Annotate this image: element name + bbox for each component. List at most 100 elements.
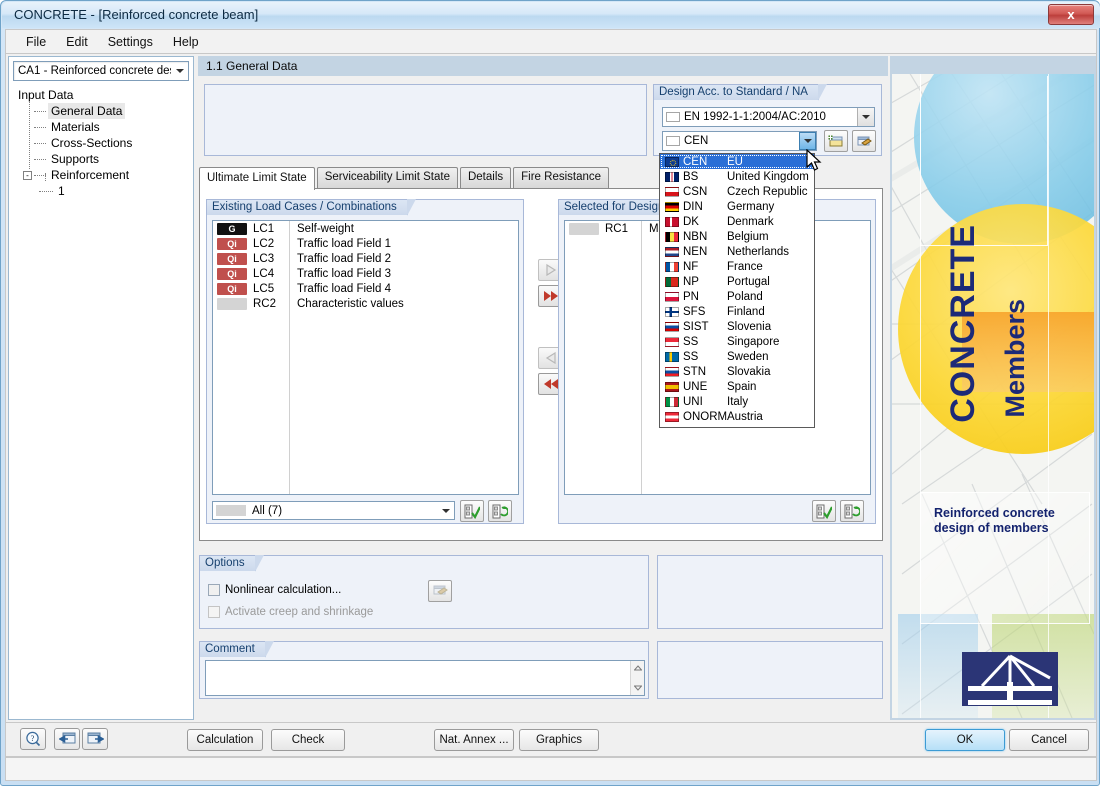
dropdown-option-code: SS (683, 350, 699, 363)
cancel-button[interactable]: Cancel (1009, 729, 1089, 751)
menu-item-edit[interactable]: Edit (56, 32, 98, 52)
load-cases-refresh-button[interactable] (488, 500, 512, 522)
load-type-tag (217, 297, 247, 310)
comment-group: Comment (199, 641, 649, 699)
comment-scrollbar[interactable] (630, 661, 644, 695)
new-standard-icon (828, 135, 843, 147)
list-item[interactable]: Qi LC2 Traffic load Field 1 (213, 236, 518, 251)
tree-item-supports[interactable]: Supports (15, 151, 193, 167)
page-title: 1.1 General Data (198, 56, 888, 76)
dropdown-option-country: Denmark (727, 215, 774, 228)
dropdown-option-code: UNI (683, 395, 703, 408)
list-item[interactable]: RC2 Characteristic values (213, 296, 518, 311)
scroll-up-icon[interactable] (631, 662, 645, 674)
creep-shrinkage-checkbox (208, 606, 220, 618)
scroll-down-icon[interactable] (631, 682, 645, 694)
tree-item-materials[interactable]: Materials (15, 119, 193, 135)
dropdown-option-din[interactable]: DIN Germany (660, 199, 814, 214)
previous-window-button[interactable] (54, 728, 80, 750)
existing-load-cases-list[interactable]: G LC1 Self-weight Qi LC2 Traffic load Field 1… (212, 220, 519, 495)
dropdown-option-nbn[interactable]: NBN Belgium (660, 229, 814, 244)
tree-expander-icon[interactable]: - (23, 171, 32, 181)
dropdown-option-nf[interactable]: NF France (660, 259, 814, 274)
load-case-description: Traffic load Field 3 (297, 267, 391, 280)
existing-load-cases-group: Existing Load Cases / Combinations G LC1 S… (206, 199, 524, 524)
dropdown-option-bs[interactable]: BS United Kingdom (660, 169, 814, 184)
dropdown-option-sfs[interactable]: SFS Finland (660, 304, 814, 319)
dropdown-option-une[interactable]: UNE Spain (660, 379, 814, 394)
close-button[interactable]: x (1048, 4, 1094, 25)
dropdown-option-csn[interactable]: CSN Czech Republic (660, 184, 814, 199)
flag-pl-icon (665, 291, 679, 302)
dropdown-option-stn[interactable]: STN Slovakia (660, 364, 814, 379)
dropdown-option-önorm[interactable]: ÖNORM Austria (660, 409, 814, 424)
dropdown-option-ss[interactable]: SS Sweden (660, 349, 814, 364)
national-annex-combo[interactable]: CEN (662, 131, 817, 151)
dropdown-option-uni[interactable]: UNI Italy (660, 394, 814, 409)
dropdown-option-pn[interactable]: PN Poland (660, 289, 814, 304)
company-logo (962, 652, 1058, 706)
existing-load-cases-title: Existing Load Cases / Combinations (206, 199, 416, 216)
edit-national-annex-button[interactable] (852, 130, 876, 152)
menu-item-settings[interactable]: Settings (98, 32, 163, 52)
dropdown-option-code: NBN (683, 230, 708, 243)
standard-combo[interactable]: EN 1992-1-1:2004/AC:2010 (662, 107, 875, 127)
calculation-button[interactable]: Calculation (187, 729, 263, 751)
nonlinear-calculation-checkbox[interactable] (208, 584, 220, 596)
tree-item-general-data[interactable]: General Data (15, 103, 193, 119)
chevron-down-icon[interactable] (799, 132, 816, 150)
dropdown-option-cen[interactable]: CEN EU (660, 154, 814, 169)
load-type-tag (569, 222, 599, 235)
refresh-list-icon (492, 504, 508, 518)
tree-item-input-data[interactable]: Input Data (15, 87, 193, 103)
check-button[interactable]: Check (271, 729, 345, 751)
navigator-combo[interactable]: CA1 - Reinforced concrete desi (13, 61, 189, 81)
check-all-icon (816, 504, 832, 519)
flag-pt-icon (665, 276, 679, 287)
tree-item-reinforcement[interactable]: - Reinforcement (15, 167, 193, 183)
nat-annex-button[interactable]: Nat. Annex ... (434, 729, 514, 751)
chevron-down-icon[interactable] (857, 108, 874, 126)
dropdown-option-nen[interactable]: NEN Netherlands (660, 244, 814, 259)
national-annex-dropdown-list[interactable]: CEN EU BS United Kingdom CSN Czech Republic DI… (659, 153, 815, 428)
filter-color-swatch (216, 505, 246, 516)
menu-item-file[interactable]: File (16, 32, 56, 52)
ok-button[interactable]: OK (925, 729, 1005, 751)
tab-details[interactable]: Details (459, 167, 512, 188)
nonlinear-calculation-option[interactable]: Nonlinear calculation... (208, 584, 341, 596)
dropdown-option-code: CSN (683, 185, 708, 198)
list-item[interactable]: Qi LC5 Traffic load Field 4 (213, 281, 518, 296)
selected-for-design-title: Selected for Design (558, 199, 684, 216)
tree-item-1[interactable]: 1 (15, 183, 193, 199)
next-window-button[interactable] (82, 728, 108, 750)
dropdown-option-dk[interactable]: DK Denmark (660, 214, 814, 229)
load-cases-check-button[interactable] (460, 500, 484, 522)
status-bar (5, 757, 1097, 781)
dropdown-option-np[interactable]: NP Portugal (660, 274, 814, 289)
flag-cz-icon (665, 186, 679, 197)
tab-fire-resistance[interactable]: Fire Resistance (513, 167, 610, 188)
flag-it-icon (665, 396, 679, 407)
list-item[interactable]: Qi LC4 Traffic load Field 3 (213, 266, 518, 281)
comment-textarea[interactable] (205, 660, 645, 696)
edit-standard-icon (857, 136, 872, 146)
menu-item-help[interactable]: Help (163, 32, 209, 52)
list-item[interactable]: Qi LC3 Traffic load Field 2 (213, 251, 518, 266)
load-case-filter-combo[interactable]: All (7) (212, 501, 455, 520)
banner-frame-decoration (920, 76, 1048, 246)
graphics-button[interactable]: Graphics (519, 729, 599, 751)
dropdown-option-sist[interactable]: SIST Slovenia (660, 319, 814, 334)
new-national-annex-button[interactable] (824, 130, 848, 152)
dropdown-option-code: NEN (683, 245, 708, 258)
national-annex-value: CEN (684, 135, 709, 147)
selected-refresh-button[interactable] (840, 500, 864, 522)
nonlinear-settings-button[interactable] (428, 580, 452, 602)
dropdown-option-ss[interactable]: SS Singapore (660, 334, 814, 349)
selected-check-button[interactable] (812, 500, 836, 522)
tree-item-cross-sections[interactable]: Cross-Sections (15, 135, 193, 151)
list-item[interactable]: G LC1 Self-weight (213, 221, 518, 236)
flag-fr-icon (665, 261, 679, 272)
help-button[interactable]: ? (20, 728, 46, 750)
tab-serviceability-limit-state[interactable]: Serviceability Limit State (316, 167, 458, 188)
tab-ultimate-limit-state[interactable]: Ultimate Limit State (199, 167, 315, 190)
